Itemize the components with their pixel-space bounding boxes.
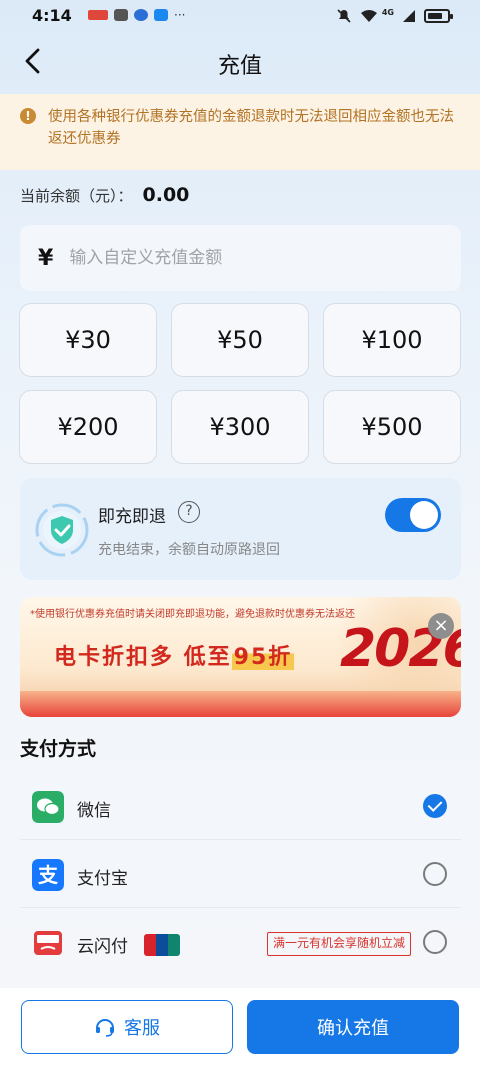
amount-option-500[interactable]: ¥500 bbox=[323, 390, 461, 464]
status-right: 4G bbox=[336, 7, 453, 24]
instant-refund-title: 即充即退 bbox=[98, 507, 166, 527]
banner-headline: 电卡折扣多 低至95折 bbox=[54, 639, 295, 671]
payment-method-unionpay[interactable]: 云闪付 满一元有机会享随机立减 bbox=[20, 908, 461, 976]
instant-refund-toggle[interactable] bbox=[385, 498, 441, 532]
promo-banner[interactable]: *使用银行优惠券充值时请关闭即充即退功能，避免退款时优惠券无法返还 电卡折扣多 … bbox=[20, 597, 461, 717]
payment-radio-checked[interactable] bbox=[423, 794, 447, 818]
amount-option-30[interactable]: ¥30 bbox=[19, 303, 157, 377]
notice-banner: ! 使用各种银行优惠券充值的金额退款时无法退回相应金额也无法返还优惠券 bbox=[0, 94, 480, 170]
amount-option-50[interactable]: ¥50 bbox=[171, 303, 309, 377]
signal-icon bbox=[403, 10, 415, 22]
unionpay-quickpass-icon bbox=[34, 931, 62, 955]
app-notification-icon bbox=[88, 10, 108, 20]
customer-service-button[interactable]: 客服 bbox=[21, 1000, 233, 1054]
payment-method-wechat[interactable]: 微信 bbox=[20, 772, 461, 840]
custom-amount-box[interactable]: ¥ bbox=[20, 225, 461, 291]
help-icon[interactable]: ? bbox=[178, 501, 200, 523]
amount-options: ¥30 ¥50 ¥100 ¥200 ¥300 ¥500 bbox=[19, 303, 462, 464]
payment-method-label: 微信 bbox=[77, 801, 111, 821]
payment-method-alipay[interactable]: 支 支付宝 bbox=[20, 840, 461, 908]
more-notifications-icon: ··· bbox=[174, 8, 186, 22]
toggle-knob bbox=[410, 501, 438, 529]
payment-method-label: 云闪付 bbox=[77, 937, 128, 957]
exclamation-icon: ! bbox=[20, 108, 36, 124]
unionpay-logo bbox=[144, 934, 180, 956]
svg-text:支: 支 bbox=[38, 863, 59, 887]
status-bar: 4:14 ··· 4G bbox=[0, 0, 480, 32]
message-notification-icon bbox=[154, 9, 168, 21]
amount-option-300[interactable]: ¥300 bbox=[171, 390, 309, 464]
currency-symbol: ¥ bbox=[38, 245, 54, 271]
mute-icon bbox=[337, 9, 351, 23]
amount-option-100[interactable]: ¥100 bbox=[323, 303, 461, 377]
wifi-icon bbox=[360, 10, 377, 22]
wechat-pay-icon bbox=[32, 791, 64, 823]
headset-icon bbox=[96, 1019, 114, 1037]
promo-tag: 满一元有机会享随机立减 bbox=[267, 932, 412, 956]
balance-value: 0.00 bbox=[142, 184, 190, 206]
notification-icons: ··· bbox=[88, 9, 185, 21]
custom-amount-input[interactable] bbox=[69, 248, 410, 268]
header: 充值 bbox=[0, 36, 480, 86]
shield-check-icon bbox=[35, 503, 89, 557]
instant-refund-card: 即充即退 ? 充电结束，余额自动原路退回 bbox=[20, 478, 461, 580]
confirm-recharge-button[interactable]: 确认充值 bbox=[247, 1000, 459, 1054]
instant-refund-subtitle: 充电结束，余额自动原路退回 bbox=[98, 542, 280, 558]
amount-option-200[interactable]: ¥200 bbox=[19, 390, 157, 464]
balance-label: 当前余额（元）： bbox=[20, 187, 133, 205]
banner-highlight: 95折 bbox=[231, 645, 295, 670]
payment-title: 支付方式 bbox=[20, 738, 97, 760]
banner-headline-text: 电卡折扣多 低至 bbox=[54, 645, 232, 670]
customer-service-label: 客服 bbox=[124, 1018, 160, 1039]
banner-red-band bbox=[20, 691, 461, 717]
banner-close-icon[interactable]: × bbox=[428, 613, 454, 639]
balance: 当前余额（元）： 0.00 bbox=[20, 184, 189, 206]
battery-icon bbox=[424, 9, 453, 23]
page-title: 充值 bbox=[217, 54, 262, 79]
status-time: 4:14 bbox=[32, 6, 72, 25]
notice-text: 使用各种银行优惠券充值的金额退款时无法退回相应金额也无法返还优惠券 bbox=[48, 109, 454, 147]
bottom-action-bar: 客服 确认充值 bbox=[0, 988, 480, 1067]
payment-radio[interactable] bbox=[423, 862, 447, 886]
banner-note: *使用银行优惠券充值时请关闭即充即退功能，避免退款时优惠券无法返还 bbox=[30, 609, 355, 620]
payment-method-label: 支付宝 bbox=[77, 869, 128, 889]
network-type: 4G bbox=[381, 7, 394, 17]
payment-methods: 微信 支 支付宝 云闪付 满一元有机会享随机立减 bbox=[20, 772, 461, 976]
alipay-icon: 支 bbox=[32, 859, 64, 891]
payment-radio[interactable] bbox=[423, 930, 447, 954]
browser-notification-icon bbox=[134, 9, 148, 21]
wechat-notification-icon bbox=[114, 9, 128, 21]
